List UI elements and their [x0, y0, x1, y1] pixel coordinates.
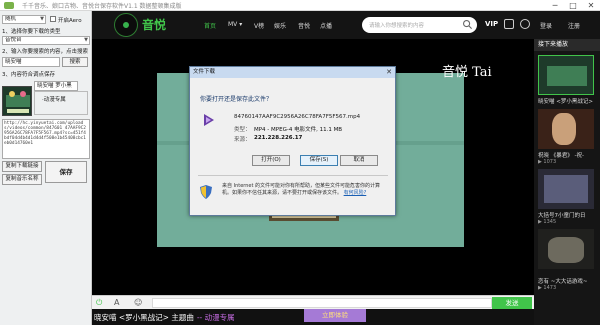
result-thumbnail[interactable] [2, 86, 32, 116]
aero-label: 开启Aero [58, 18, 82, 24]
experience-button[interactable]: 立即体验 [304, 309, 366, 322]
file-download-dialog: 文件下载 ✕ 你要打开还是保存此文件？ 84760147AAF9C2956A26… [189, 66, 396, 216]
type-select-value: 音悦台 [5, 37, 22, 43]
dialog-cancel-button[interactable]: 取消 [340, 155, 378, 166]
search-placeholder: 请输入你想搜索的内容 [369, 23, 425, 29]
site-header: 音悦 首页 MV ▾ V榜 娱乐 音悦 点播 请输入你想搜索的内容 VIP 登录… [92, 11, 600, 39]
copy-link-button[interactable]: 复制下载链接 [2, 161, 42, 172]
search-icon[interactable] [462, 19, 473, 30]
nav-entertainment[interactable]: 娱乐 [274, 21, 286, 30]
shield-icon [200, 185, 212, 199]
emoji-icon[interactable]: ☺ [134, 298, 142, 308]
download-url-text[interactable]: http://hc.yinyuetai.com/uploads/videos/c… [2, 119, 90, 159]
save-button[interactable]: 保存 [45, 161, 87, 183]
disc-logo-icon [114, 13, 138, 37]
song-title-text: 晓安喵 <罗小黑战记> 主题曲 [94, 313, 194, 322]
playlist-item[interactable] [538, 109, 594, 149]
minimize-button[interactable]: ─ [546, 0, 564, 11]
tool-panel: 随机 ▼ 开启Aero 1、选择你要下载的类型 音悦台 ▼ 2、输入你要搜索的内… [0, 11, 92, 325]
maximize-button[interactable]: □ [564, 0, 582, 11]
playlist-caption[interactable]: 大括号7小童门的日 [538, 211, 596, 219]
result-info-box [34, 91, 88, 115]
register-link[interactable]: 注册 [568, 21, 580, 30]
play-count: ▶ 1073 [538, 159, 557, 165]
upload-icon[interactable] [504, 19, 514, 29]
dialog-divider [198, 175, 388, 176]
video-file-icon [204, 114, 214, 126]
search-button[interactable]: 搜索 [62, 57, 88, 67]
window-titlebar: 千千音乐、娘口古物、音悦台保存软件V1.1 数据整顿集成版 ─ □ ✕ [0, 0, 600, 11]
dialog-type-label: 类型： [234, 127, 251, 133]
history-icon[interactable] [520, 19, 530, 29]
song-tag[interactable]: -- 动漫专属 [197, 313, 235, 322]
app-logo-icon [4, 2, 14, 9]
close-button[interactable]: ✕ [582, 0, 600, 11]
chevron-down-icon: ▼ [84, 37, 88, 43]
playlist-caption[interactable]: 恋有 ~大大话游戏~ [538, 277, 596, 285]
danmaku-input[interactable] [152, 298, 492, 308]
step3-label: 3、内容符合调点保存 [2, 72, 55, 78]
site-logo[interactable]: 音悦 [114, 13, 194, 37]
source-select[interactable]: 随机 ▼ [2, 15, 46, 24]
video-watermark: 音悦 Tai [442, 65, 492, 80]
vip-badge[interactable]: VIP [485, 20, 498, 28]
source-select-value: 随机 [5, 16, 17, 22]
playlist-caption[interactable]: 祝晓 《暴君》 -祝- [538, 151, 596, 159]
site-search[interactable]: 请输入你想搜索的内容 [362, 17, 477, 33]
result-title: 晓安喵 罗小黑 [34, 81, 78, 91]
playlist-item[interactable] [538, 229, 594, 269]
dialog-filename: 84760147AAF9C2956A26C78FA7F5F567.mp4 [234, 114, 361, 120]
playlist-caption[interactable]: 晓安喵 <罗小黑战记> [538, 97, 596, 105]
next-up-header: 接下来播放 [534, 39, 600, 51]
dialog-from-value: 221.228.226.17 [254, 135, 303, 141]
playlist-item[interactable] [538, 55, 594, 95]
aero-checkbox[interactable] [50, 16, 56, 22]
nav-home[interactable]: 首页 [204, 21, 216, 30]
playlist-sidebar: 接下来播放 晓安喵 <罗小黑战记> 祝晓 《暴君》 -祝- ▶ 1073 大括号… [534, 39, 600, 325]
song-title: 晓安喵 <罗小黑战记> 主题曲 -- 动漫专属 [94, 312, 235, 323]
dialog-close-button[interactable]: ✕ [383, 67, 395, 78]
playlist-item[interactable] [538, 169, 594, 209]
dialog-risk-link[interactable]: 有何风险? [344, 190, 367, 196]
power-icon[interactable]: ⏻ [96, 298, 102, 308]
dialog-question: 你要打开还是保存此文件？ [200, 96, 273, 103]
query-input[interactable]: 晓安喵 [2, 57, 60, 67]
dialog-save-button[interactable]: 保存(S) [300, 155, 338, 166]
login-link[interactable]: 登录 [540, 21, 552, 30]
play-count: ▶ 1345 [538, 219, 557, 225]
copy-name-button[interactable]: 复制音乐名称 [2, 174, 42, 185]
text-style-icon[interactable]: A [114, 298, 119, 308]
dialog-type-value: MP4 - MPEG-4 电影文件, 11.1 MB [254, 127, 343, 133]
player-bar: ⏻ A ☺ 发送 [92, 295, 534, 309]
dialog-open-button[interactable]: 打开(O) [252, 155, 290, 166]
nav-mv[interactable]: MV ▾ [228, 21, 242, 28]
brand-name: 音悦 [142, 18, 167, 32]
dialog-title: 文件下载 [190, 67, 395, 78]
song-info-strip: 晓安喵 <罗小黑战记> 主题曲 -- 动漫专属 立即体验 [92, 309, 534, 325]
step2-label: 2、输入你要搜索的内容，点击搜索 [2, 49, 89, 55]
window-title: 千千音乐、娘口古物、音悦台保存软件V1.1 数据整顿集成版 [22, 3, 182, 10]
dialog-warning: 来自 Internet 的文件可能对你有所帮助，但某些文件可能危害你的计算机。如… [222, 183, 390, 197]
dialog-from-label: 来源： [234, 137, 251, 143]
nav-vchart[interactable]: V榜 [254, 21, 264, 30]
send-button[interactable]: 发送 [492, 297, 532, 309]
nav-music[interactable]: 音悦 [298, 21, 310, 30]
play-count: ▶ 1473 [538, 285, 557, 291]
chevron-down-icon: ▼ [40, 16, 44, 22]
type-select[interactable]: 音悦台 ▼ [2, 36, 90, 45]
step1-label: 1、选择你要下载的类型 [2, 29, 61, 35]
nav-ondemand[interactable]: 点播 [320, 21, 332, 30]
